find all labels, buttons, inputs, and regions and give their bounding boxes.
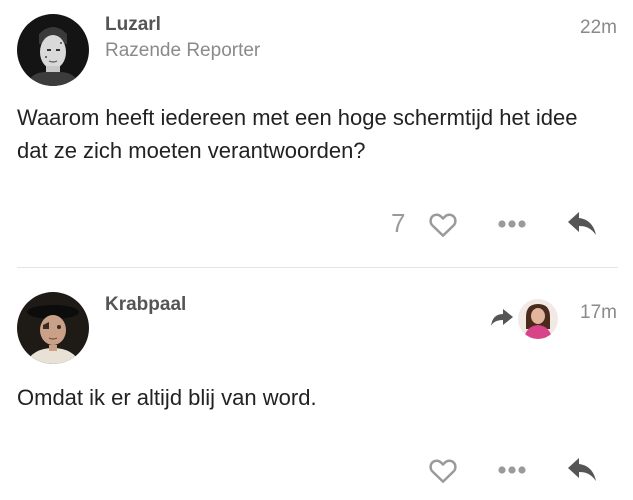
avatar-krabpaal[interactable] (17, 292, 89, 364)
ellipsis-icon[interactable] (497, 217, 527, 231)
post-body: Waarom heeft iedereen met een hoge scher… (17, 105, 578, 163)
user-title: Razende Reporter (105, 40, 261, 61)
post-divider (17, 267, 618, 268)
heart-outline-icon[interactable] (428, 210, 458, 238)
post-body: Omdat ik er altijd blij van word. (17, 385, 317, 410)
post-actions (0, 450, 633, 490)
avatar-luzarl[interactable] (17, 14, 89, 86)
username[interactable]: Krabpaal (105, 294, 186, 316)
username[interactable]: Luzarl (105, 14, 161, 36)
post-1: Luzarl Razende Reporter 22m Waarom heeft… (0, 0, 633, 268)
reply-to-avatar[interactable] (518, 299, 558, 339)
like-count[interactable]: 7 (391, 208, 405, 239)
post-2: Krabpaal 17m Omdat ik er altijd blij van… (0, 269, 633, 500)
post-time[interactable]: 22m (580, 17, 617, 39)
heart-outline-icon[interactable] (428, 456, 458, 484)
ellipsis-icon[interactable] (497, 463, 527, 477)
reply-arrow-icon[interactable] (566, 456, 598, 484)
reply-arrow-icon[interactable] (566, 210, 598, 238)
post-time[interactable]: 17m (580, 302, 617, 324)
reply-to-arrow-icon (491, 309, 513, 326)
post-actions: 7 (0, 204, 633, 244)
